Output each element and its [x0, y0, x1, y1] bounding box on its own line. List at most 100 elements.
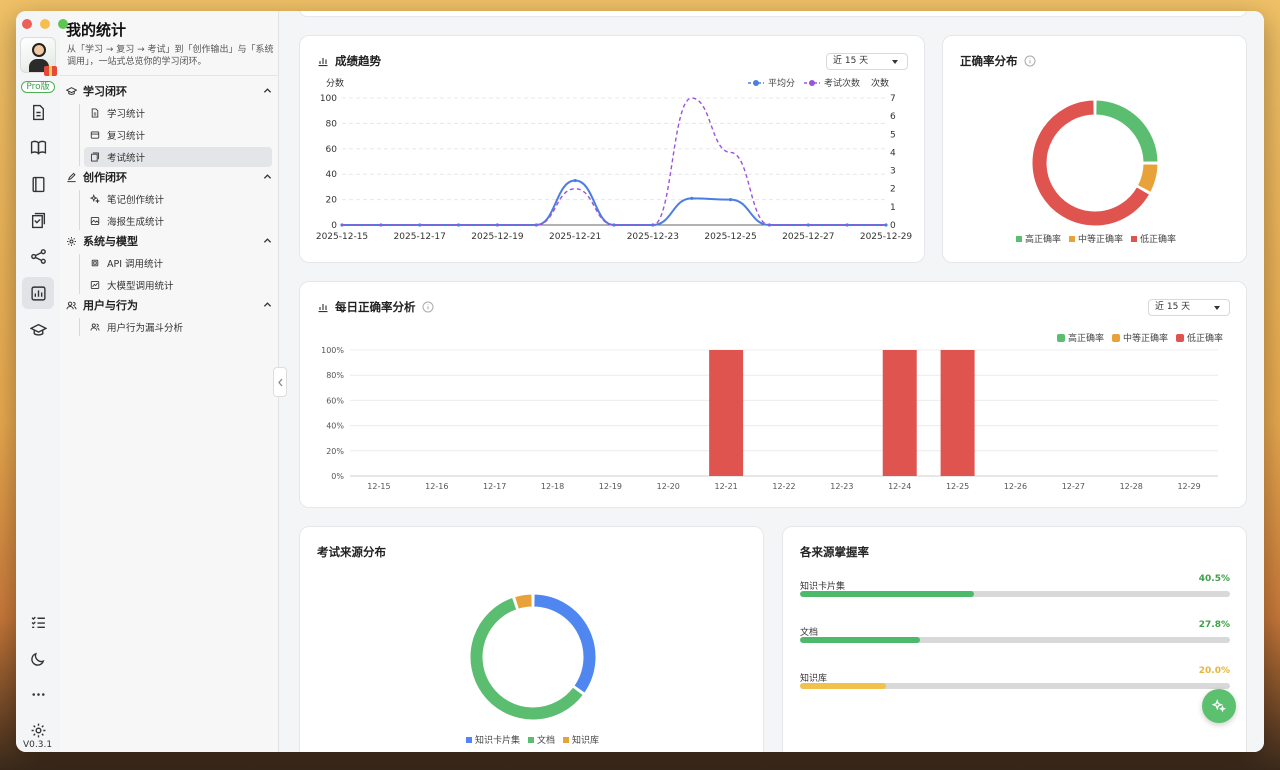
accuracy-dist-title: 正确率分布 — [960, 53, 1042, 69]
y-tick-label: 40% — [326, 422, 344, 431]
score-trend-range-select[interactable]: 近 15 天 — [826, 53, 908, 70]
nav-funnel-analysis[interactable]: 用户行为漏斗分析 — [84, 317, 272, 337]
app-version: V0.3.1 — [23, 740, 53, 750]
mastery-progress-bar — [800, 637, 1230, 643]
legend-mid[interactable]: 中等正确率 — [1069, 232, 1123, 245]
daily-accuracy-range-select[interactable]: 近 15 天 — [1148, 299, 1230, 316]
moon-icon — [30, 652, 44, 666]
minimize-window-button[interactable] — [40, 19, 50, 29]
rail-statistics[interactable] — [22, 277, 54, 309]
legend-low[interactable]: 低正确率 — [1131, 232, 1176, 245]
nav-label: 笔记创作统计 — [107, 195, 165, 206]
nav-api-stats[interactable]: API 调用统计 — [84, 253, 272, 273]
rail-notebook[interactable] — [22, 168, 54, 200]
chevron-up-icon[interactable] — [263, 172, 272, 181]
checklist-icon — [31, 616, 45, 628]
group-label: 创作闭环 — [83, 171, 127, 184]
model-icon — [90, 281, 100, 289]
page-title: 我的统计 — [66, 21, 127, 39]
y-tick-label: 40 — [326, 170, 338, 180]
rail-learning[interactable] — [22, 314, 54, 346]
nav-study-stats[interactable]: 学习统计 — [84, 103, 272, 123]
accuracy-donut-chart — [1031, 99, 1159, 227]
y-tick-label: 80% — [326, 371, 344, 380]
caret-down-icon — [1214, 306, 1220, 310]
nav-review-stats[interactable]: 复习统计 — [84, 125, 272, 145]
nav-label: API 调用统计 — [107, 259, 164, 270]
gift-icon[interactable] — [44, 66, 57, 76]
group-creation-loop[interactable]: 创作闭环 — [66, 167, 272, 187]
group-system-models[interactable]: 系统与模型 — [66, 231, 272, 251]
rail-exam[interactable] — [22, 204, 54, 236]
rail-more[interactable] — [22, 678, 54, 710]
exam-source-title: 考试来源分布 — [317, 544, 386, 560]
score-trend-chart: 分数 次数 0 20 40 60 80 100 0 1 2 3 4 5 6 7 2025-12-15 2025-1… — [316, 77, 913, 242]
legend-docs[interactable]: 文档 — [528, 733, 555, 746]
chevron-up-icon[interactable] — [263, 86, 272, 95]
window-controls — [22, 19, 68, 29]
nav-poster-stats[interactable]: 海报生成统计 — [84, 211, 272, 231]
donut-slice-3 — [514, 593, 533, 610]
nav-label: 用户行为漏斗分析 — [107, 323, 184, 334]
y2-tick-label: 5 — [890, 130, 896, 140]
group-user-behavior[interactable]: 用户与行为 — [66, 295, 272, 315]
chevron-up-icon[interactable] — [263, 300, 272, 309]
card-title-text: 各来源掌握率 — [800, 545, 869, 559]
nav-llm-stats[interactable]: 大模型调用统计 — [84, 275, 272, 295]
legend-high[interactable]: 高正确率 — [1016, 232, 1061, 245]
info-icon[interactable] — [422, 301, 434, 313]
mastery-percent: 20.0% — [1198, 666, 1230, 676]
close-window-button[interactable] — [22, 19, 32, 29]
tree-guide — [79, 104, 80, 166]
tree-guide — [79, 254, 80, 294]
file-icon — [32, 104, 44, 120]
chip-icon — [91, 259, 99, 267]
x-tick-label: 12-29 — [1177, 482, 1200, 491]
maximize-window-button[interactable] — [58, 19, 68, 29]
legend-kb[interactable]: 知识库 — [563, 733, 599, 746]
score-trend-title: 成绩趋势 — [317, 53, 381, 69]
x-tick-label: 12-23 — [830, 482, 853, 491]
legend-label: 平均分 — [768, 77, 795, 89]
nav-note-creation-stats[interactable]: 笔记创作统计 — [84, 189, 272, 209]
legend-label: 低正确率 — [1140, 235, 1177, 245]
group-learning-loop[interactable]: 学习闭环 — [66, 81, 272, 101]
y-tick-label: 80 — [326, 119, 338, 129]
rail-dark-mode[interactable] — [22, 642, 54, 674]
legend-label: 知识库 — [572, 736, 600, 746]
exam-paper-icon — [91, 152, 99, 162]
x-tick-label: 12-20 — [657, 482, 680, 491]
rail-documents[interactable] — [22, 96, 54, 128]
y-tick-label: 60 — [326, 145, 338, 155]
mastery-title: 各来源掌握率 — [800, 544, 869, 560]
bar-chart-icon — [318, 304, 328, 313]
rail-tasks[interactable] — [22, 606, 54, 638]
nav-label: 海报生成统计 — [107, 217, 165, 228]
mastery-progress-bar — [800, 591, 1230, 597]
group-label: 系统与模型 — [83, 235, 138, 248]
nav-exam-stats[interactable]: 考试统计 — [84, 147, 272, 167]
sidebar-collapse-button[interactable] — [273, 367, 287, 397]
legend-cards[interactable]: 知识卡片集 — [466, 733, 520, 746]
x-tick-label: 12-16 — [425, 482, 448, 491]
legend-marker-avg — [753, 80, 759, 86]
bar-12-24 — [882, 350, 917, 476]
info-icon[interactable] — [1024, 55, 1036, 67]
rail-reading[interactable] — [22, 131, 54, 163]
accuracy-distribution-card: 正确率分布 高正确率 中等正确率 低正确率 — [942, 35, 1247, 263]
accuracy-legend: 高正确率 中等正确率 低正确率 — [1016, 232, 1184, 245]
legend-label: 中等正确率 — [1078, 235, 1124, 245]
chevron-up-icon[interactable] — [263, 236, 272, 245]
y2-tick-label: 4 — [890, 148, 896, 158]
ai-assistant-button[interactable] — [1202, 689, 1236, 723]
chevron-left-icon — [277, 378, 282, 386]
document-icon — [91, 108, 99, 118]
series-line-avg-score — [341, 179, 886, 226]
select-value: 近 15 天 — [833, 56, 869, 66]
y-tick-label: 0% — [331, 472, 344, 481]
rail-share[interactable] — [22, 240, 54, 272]
data-point — [806, 223, 810, 227]
mastery-percent: 40.5% — [1198, 574, 1230, 584]
exam-paper-icon — [31, 212, 45, 228]
mastery-item-kb: 知识库 20.0% — [800, 666, 1230, 689]
